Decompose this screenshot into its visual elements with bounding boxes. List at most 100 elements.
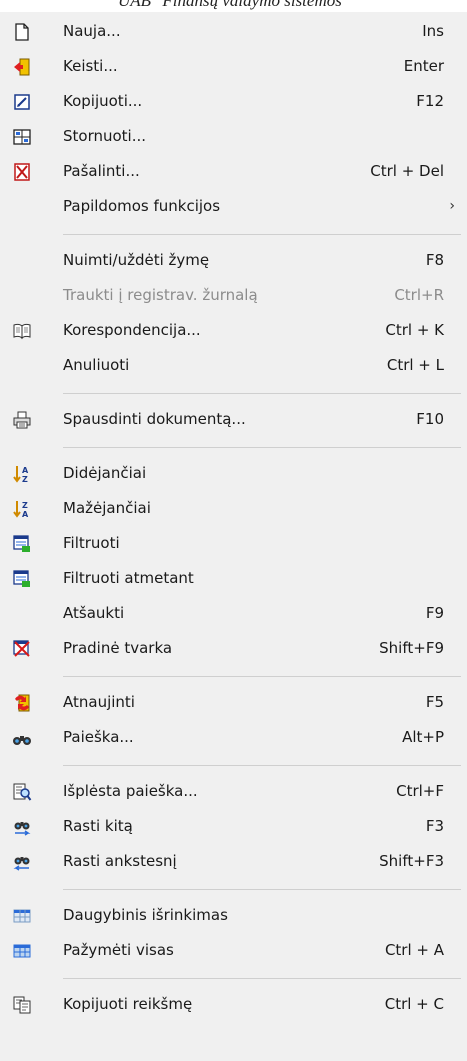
menu-separator xyxy=(63,676,461,677)
menu-separator xyxy=(63,234,461,235)
menu-item-label: Papildomos funkcijos xyxy=(63,197,221,215)
menu-item-label: Korespondencija... xyxy=(63,321,201,339)
edit-door-icon xyxy=(12,57,32,77)
menu-item-daugybinis-isrinkimas[interactable]: Daugybinis išrinkimas xyxy=(0,898,467,932)
svg-text:Z: Z xyxy=(22,475,28,484)
printer-icon xyxy=(12,410,32,430)
filter-exclude-icon xyxy=(12,569,32,589)
multi-select-icon xyxy=(12,906,32,926)
menu-item-label: Filtruoti atmetant xyxy=(63,569,194,587)
context-menu: Nauja... Ins Keisti... Enter Kopijuoti..… xyxy=(0,12,467,1061)
menu-item-stornuoti[interactable]: Stornuoti... xyxy=(0,119,467,153)
menu-item-pradine-tvarka[interactable]: Pradinė tvarka Shift+F9 xyxy=(0,631,467,665)
svg-text:A: A xyxy=(22,466,29,475)
menu-item-paieska[interactable]: Paieška... Alt+P xyxy=(0,720,467,754)
menu-item-shortcut: Ctrl + L xyxy=(386,356,444,374)
menu-item-shortcut: Shift+F3 xyxy=(379,852,444,870)
menu-item-label: Daugybinis išrinkimas xyxy=(63,906,228,924)
menu-item-isplesta-paieska[interactable]: Išplėsta paieška... Ctrl+F xyxy=(0,774,467,808)
menu-item-label: Pradinė tvarka xyxy=(63,639,173,657)
find-next-icon xyxy=(12,817,32,837)
menu-item-shortcut: Shift+F9 xyxy=(379,639,444,657)
menu-item-shortcut: Ctrl + C xyxy=(384,995,444,1013)
sort-ascending-icon: AZ xyxy=(12,464,32,484)
menu-item-label: Paieška... xyxy=(63,728,134,746)
svg-text:A: A xyxy=(22,510,29,519)
menu-item-shortcut: Ins xyxy=(422,22,444,40)
menu-item-label: Didėjančiai xyxy=(63,464,147,482)
menu-item-label: Spausdinti dokumentą... xyxy=(63,410,246,428)
menu-item-shortcut: F9 xyxy=(425,604,444,622)
reverse-grid-icon xyxy=(12,127,32,147)
menu-separator xyxy=(63,447,461,448)
menu-item-label: Keisti... xyxy=(63,57,118,75)
menu-item-label: Stornuoti... xyxy=(63,127,147,145)
menu-item-didejanciai[interactable]: AZ Didėjančiai xyxy=(0,456,467,490)
menu-item-atsaukti[interactable]: Atšaukti F9 xyxy=(0,596,467,630)
menu-item-atnaujinti[interactable]: Atnaujinti F5 xyxy=(0,685,467,719)
menu-item-kopijuoti-reiksme[interactable]: Kopijuoti reikšmę Ctrl + C xyxy=(0,987,467,1021)
advanced-search-icon xyxy=(12,782,32,802)
menu-item-label: Filtruoti xyxy=(63,534,120,552)
menu-item-label: Rasti ankstesnį xyxy=(63,852,177,870)
menu-item-kopijuoti[interactable]: Kopijuoti... F12 xyxy=(0,84,467,118)
find-previous-icon xyxy=(12,852,32,872)
menu-item-label: Pažymėti visas xyxy=(63,941,174,959)
menu-item-label: Kopijuoti reikšmę xyxy=(63,995,193,1013)
select-all-icon xyxy=(12,941,32,961)
menu-item-shortcut: F10 xyxy=(416,410,444,428)
menu-item-label: Rasti kitą xyxy=(63,817,133,835)
menu-item-shortcut: Ctrl+R xyxy=(394,286,444,304)
menu-item-shortcut: Enter xyxy=(403,57,444,75)
new-document-icon xyxy=(12,22,32,42)
svg-text:Z: Z xyxy=(22,501,28,510)
copy-value-icon xyxy=(12,995,32,1015)
menu-item-label: Mažėjančiai xyxy=(63,499,151,517)
menu-item-label: Traukti į registrav. žurnalą xyxy=(63,286,258,304)
menu-item-label: Kopijuoti... xyxy=(63,92,143,110)
menu-item-filtruoti-atmetant[interactable]: Filtruoti atmetant xyxy=(0,561,467,595)
submenu-arrow-icon: › xyxy=(449,198,455,214)
menu-item-shortcut: F8 xyxy=(425,251,444,269)
menu-item-label: Atšaukti xyxy=(63,604,125,622)
menu-separator xyxy=(63,978,461,979)
menu-item-pazymeti-visas[interactable]: Pažymėti visas Ctrl + A xyxy=(0,933,467,967)
menu-item-label: Išplėsta paieška... xyxy=(63,782,198,800)
menu-item-shortcut: Ctrl + K xyxy=(385,321,444,339)
menu-item-nuimti-uzdeti-zyme[interactable]: Nuimti/uždėti žymę F8 xyxy=(0,243,467,277)
menu-item-label: Anuliuoti xyxy=(63,356,130,374)
menu-item-spausdinti-dokumenta[interactable]: Spausdinti dokumentą... F10 xyxy=(0,402,467,436)
menu-item-anuliuoti[interactable]: Anuliuoti Ctrl + L xyxy=(0,348,467,382)
menu-item-filtruoti[interactable]: Filtruoti xyxy=(0,526,467,560)
reset-order-icon xyxy=(12,639,32,659)
window-title: UAB "Finansų valdymo sistemos" xyxy=(117,0,349,10)
book-icon xyxy=(12,321,32,341)
menu-item-mazejanciai[interactable]: ZA Mažėjančiai xyxy=(0,491,467,525)
menu-separator xyxy=(63,765,461,766)
menu-item-shortcut: F5 xyxy=(425,693,444,711)
menu-item-korespondencija[interactable]: Korespondencija... Ctrl + K xyxy=(0,313,467,347)
menu-item-rasti-ankstesni[interactable]: Rasti ankstesnį Shift+F3 xyxy=(0,844,467,878)
filter-icon xyxy=(12,534,32,554)
menu-item-shortcut: F3 xyxy=(425,817,444,835)
menu-item-keisti[interactable]: Keisti... Enter xyxy=(0,49,467,83)
refresh-icon xyxy=(12,693,32,713)
copy-edit-icon xyxy=(12,92,32,112)
sort-descending-icon: ZA xyxy=(12,499,32,519)
menu-item-shortcut: Ctrl+F xyxy=(396,782,444,800)
menu-item-label: Nuimti/uždėti žymę xyxy=(63,251,210,269)
menu-item-nauja[interactable]: Nauja... Ins xyxy=(0,14,467,48)
menu-item-label: Atnaujinti xyxy=(63,693,135,711)
menu-item-traukti-i-registrav-zurnala[interactable]: Traukti į registrav. žurnalą Ctrl+R xyxy=(0,278,467,312)
menu-item-pasalinti[interactable]: Pašalinti... Ctrl + Del xyxy=(0,154,467,188)
menu-item-label: Nauja... xyxy=(63,22,121,40)
menu-separator xyxy=(63,889,461,890)
binoculars-icon xyxy=(12,728,32,748)
menu-item-label: Pašalinti... xyxy=(63,162,140,180)
menu-item-shortcut: F12 xyxy=(416,92,444,110)
menu-item-rasti-kita[interactable]: Rasti kitą F3 xyxy=(0,809,467,843)
menu-item-papildomos-funkcijos[interactable]: Papildomos funkcijos › xyxy=(0,189,467,223)
delete-icon xyxy=(12,162,32,182)
menu-item-shortcut: Alt+P xyxy=(402,728,444,746)
menu-item-shortcut: Ctrl + A xyxy=(384,941,444,959)
